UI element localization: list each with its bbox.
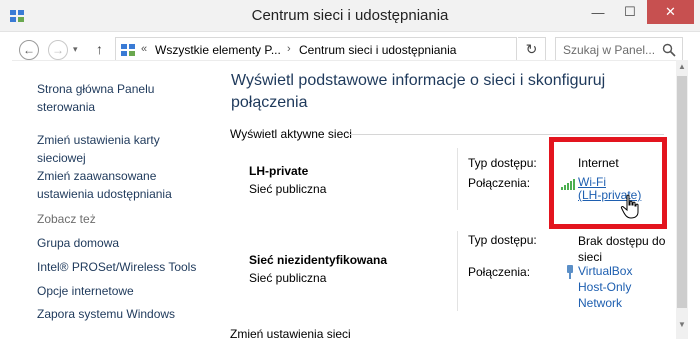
network-name: LH-private — [249, 164, 309, 178]
sidebar-item-advanced-sharing[interactable]: Zmień zaawansowane ustawienia udostępnia… — [37, 167, 172, 203]
network-center-icon — [121, 44, 135, 56]
main-panel: Wyświetl podstawowe informacje o sieci i… — [218, 61, 673, 339]
page-title: Wyświetl podstawowe informacje o sieci i… — [231, 70, 651, 114]
up-button[interactable]: ↑ — [96, 41, 103, 57]
connections-label: Połączenia: — [468, 265, 531, 279]
virtualbox-connection-link[interactable]: VirtualBox Host-Only Network — [578, 263, 632, 311]
page-title-line: połączenia — [231, 94, 308, 111]
access-type-label: Typ dostępu: — [468, 156, 537, 170]
connections-label: Połączenia: — [468, 176, 531, 190]
maximize-button[interactable]: ☐ — [614, 0, 646, 24]
search-input[interactable]: Szukaj w Panel... — [555, 37, 683, 62]
sidebar: Strona główna Panelu sterowania Zmień us… — [12, 61, 217, 339]
sidebar-item-control-panel-home[interactable]: Strona główna Panelu sterowania — [37, 80, 154, 116]
search-placeholder: Szukaj w Panel... — [563, 43, 656, 57]
sidebar-item-windows-firewall[interactable]: Zapora systemu Windows — [37, 305, 175, 323]
change-network-settings-label: Zmień ustawienia sieci — [230, 327, 351, 339]
network-adapter-icon — [567, 265, 573, 279]
breadcrumb-separator[interactable]: › — [287, 43, 291, 55]
sidebar-item-label: sterowania — [37, 100, 96, 114]
sidebar-item-intel-proset[interactable]: Intel® PROSet/Wireless Tools — [37, 258, 196, 276]
see-also-header: Zobacz też — [37, 212, 96, 226]
sidebar-item-adapter-settings[interactable]: Zmień ustawienia karty sieciowej — [37, 131, 160, 167]
network-name: Sieć niezidentyfikowana — [249, 253, 388, 267]
breadcrumb-all-items[interactable]: Wszystkie elementy P... — [155, 43, 281, 57]
minimize-button[interactable]: — — [582, 0, 614, 24]
access-type-value-line: Brak dostępu do — [578, 234, 666, 248]
sidebar-item-label: sieciowej — [37, 151, 86, 165]
sidebar-item-label: Zmień zaawansowane — [37, 169, 157, 183]
recent-locations-button[interactable]: ▾ — [73, 44, 78, 55]
section-divider — [348, 134, 664, 135]
close-button[interactable]: ✕ — [647, 0, 694, 24]
access-type-label: Typ dostępu: — [468, 233, 537, 247]
back-button[interactable]: ← — [19, 40, 39, 60]
connection-link-line: Network — [578, 296, 623, 310]
address-field[interactable]: « Wszystkie elementy P... › Centrum siec… — [115, 37, 615, 62]
content-area: Strona główna Panelu sterowania Zmień us… — [12, 60, 688, 339]
breadcrumb-overflow[interactable]: « — [141, 43, 147, 55]
sidebar-item-label: ustawienia udostępniania — [37, 187, 172, 201]
network-category-link[interactable]: Sieć publiczna — [249, 271, 326, 285]
connection-link-line: Host-Only — [578, 280, 632, 294]
sidebar-item-label: Zmień ustawienia karty — [37, 133, 160, 147]
scroll-thumb[interactable] — [677, 76, 687, 308]
sidebar-item-internet-options[interactable]: Opcje internetowe — [37, 282, 134, 300]
scroll-down-icon[interactable]: ▼ — [676, 320, 688, 329]
search-icon — [662, 43, 676, 57]
active-networks-label: Wyświetl aktywne sieci — [230, 127, 352, 141]
network-category-link[interactable]: Sieć publiczna — [249, 182, 326, 196]
network-divider — [457, 231, 458, 311]
connection-link-line: VirtualBox — [578, 264, 633, 278]
sidebar-item-homegroup[interactable]: Grupa domowa — [37, 234, 119, 252]
highlight-annotation — [549, 137, 667, 229]
page-title-line: Wyświetl podstawowe informacje o sieci i… — [231, 72, 606, 89]
hand-cursor-icon — [620, 194, 639, 219]
network-divider — [457, 148, 458, 210]
title-bar: Centrum sieci i udostępniania — ☐ ✕ — [0, 0, 700, 32]
scroll-up-icon[interactable]: ▲ — [676, 62, 688, 71]
vertical-scrollbar[interactable]: ▲ ▼ — [676, 60, 688, 339]
refresh-button[interactable]: ↻ — [518, 37, 546, 62]
access-type-value: Brak dostępu do sieci — [578, 233, 665, 265]
forward-button[interactable]: → — [48, 40, 68, 60]
breadcrumb-network-center[interactable]: Centrum sieci i udostępniania — [299, 43, 456, 57]
sidebar-item-label: Strona główna Panelu — [37, 82, 155, 96]
